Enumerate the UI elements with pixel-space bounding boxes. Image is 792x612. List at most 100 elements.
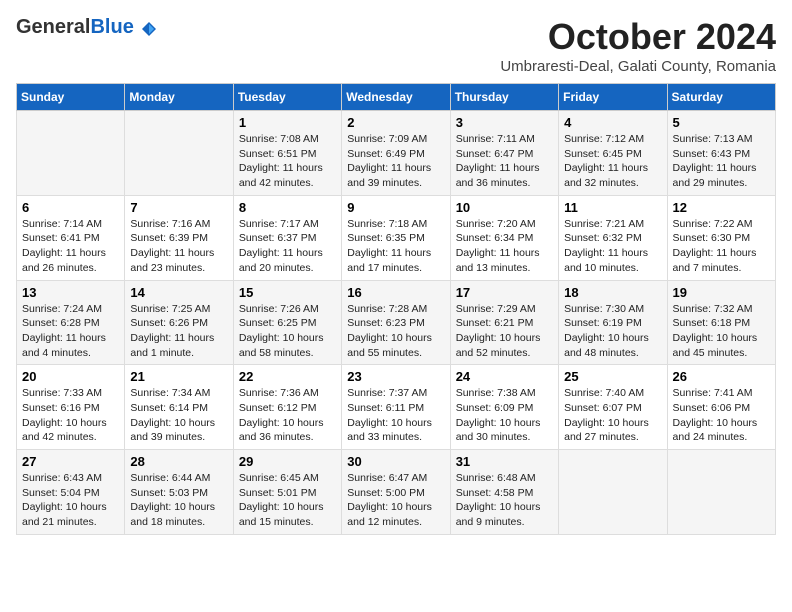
header-monday: Monday <box>125 84 233 111</box>
day-info: Sunrise: 7:18 AMSunset: 6:35 PMDaylight:… <box>347 217 444 276</box>
calendar-cell: 1 Sunrise: 7:08 AMSunset: 6:51 PMDaylight… <box>233 111 341 196</box>
day-number: 6 <box>22 200 119 215</box>
calendar-cell: 29Sunrise: 6:45 AMSunset: 5:01 PMDayligh… <box>233 450 341 535</box>
calendar-cell: 8 Sunrise: 7:17 AMSunset: 6:37 PMDaylight… <box>233 195 341 280</box>
day-info: Sunrise: 7:28 AMSunset: 6:23 PMDaylight:… <box>347 302 444 361</box>
header-wednesday: Wednesday <box>342 84 450 111</box>
calendar-cell: 10Sunrise: 7:20 AMSunset: 6:34 PMDayligh… <box>450 195 558 280</box>
logo: GeneralBlue <box>16 16 158 39</box>
day-info: Sunrise: 7:37 AMSunset: 6:11 PMDaylight:… <box>347 386 444 445</box>
title-area: October 2024 Umbraresti-Deal, Galati Cou… <box>500 16 776 75</box>
day-number: 23 <box>347 369 444 384</box>
day-number: 21 <box>130 369 227 384</box>
calendar-cell: 16 Sunrise: 7:28 AMSunset: 6:23 PMDayligh… <box>342 280 450 365</box>
calendar-cell: 21 Sunrise: 7:34 AMSunset: 6:14 PMDayligh… <box>125 365 233 450</box>
calendar-week-row: 13 Sunrise: 7:24 AMSunset: 6:28 PMDayligh… <box>17 280 776 365</box>
day-info: Sunrise: 7:32 AMSunset: 6:18 PMDaylight:… <box>673 302 770 361</box>
day-number: 27 <box>22 454 119 469</box>
calendar-cell: 2 Sunrise: 7:09 AMSunset: 6:49 PMDaylight… <box>342 111 450 196</box>
day-info: Sunrise: 7:34 AMSunset: 6:14 PMDaylight:… <box>130 386 227 445</box>
day-number: 3 <box>456 115 553 130</box>
calendar-cell: 4Sunrise: 7:12 AMSunset: 6:45 PMDaylight… <box>559 111 667 196</box>
day-number: 17 <box>456 285 553 300</box>
day-info: Sunrise: 6:43 AMSunset: 5:04 PMDaylight:… <box>22 471 119 530</box>
day-number: 5 <box>673 115 770 130</box>
calendar-cell: 27 Sunrise: 6:43 AMSunset: 5:04 PMDayligh… <box>17 450 125 535</box>
day-info: Sunrise: 6:47 AMSunset: 5:00 PMDaylight:… <box>347 471 444 530</box>
calendar-cell: 30 Sunrise: 6:47 AMSunset: 5:00 PMDayligh… <box>342 450 450 535</box>
day-number: 13 <box>22 285 119 300</box>
day-number: 2 <box>347 115 444 130</box>
day-number: 20 <box>22 369 119 384</box>
calendar-cell: 15 Sunrise: 7:26 AMSunset: 6:25 PMDayligh… <box>233 280 341 365</box>
day-number: 18 <box>564 285 661 300</box>
header-sunday: Sunday <box>17 84 125 111</box>
day-info: Sunrise: 7:29 AMSunset: 6:21 PMDaylight:… <box>456 302 553 361</box>
month-title: October 2024 <box>500 16 776 58</box>
day-number: 1 <box>239 115 336 130</box>
day-info: Sunrise: 7:21 AMSunset: 6:32 PMDaylight:… <box>564 217 661 276</box>
calendar-week-row: 6 Sunrise: 7:14 AMSunset: 6:41 PMDaylight… <box>17 195 776 280</box>
day-number: 12 <box>673 200 770 215</box>
calendar-cell: 26 Sunrise: 7:41 AMSunset: 6:06 PMDayligh… <box>667 365 775 450</box>
day-number: 31 <box>456 454 553 469</box>
day-info: Sunrise: 6:44 AMSunset: 5:03 PMDaylight:… <box>130 471 227 530</box>
day-number: 19 <box>673 285 770 300</box>
calendar-cell: 5 Sunrise: 7:13 AMSunset: 6:43 PMDaylight… <box>667 111 775 196</box>
day-number: 26 <box>673 369 770 384</box>
day-number: 4 <box>564 115 661 130</box>
calendar-cell: 18Sunrise: 7:30 AMSunset: 6:19 PMDayligh… <box>559 280 667 365</box>
day-number: 25 <box>564 369 661 384</box>
calendar-cell: 17 Sunrise: 7:29 AMSunset: 6:21 PMDayligh… <box>450 280 558 365</box>
day-info: Sunrise: 7:16 AMSunset: 6:39 PMDaylight:… <box>130 217 227 276</box>
calendar-cell: 6 Sunrise: 7:14 AMSunset: 6:41 PMDaylight… <box>17 195 125 280</box>
day-info: Sunrise: 7:26 AMSunset: 6:25 PMDaylight:… <box>239 302 336 361</box>
calendar-cell: 25 Sunrise: 7:40 AMSunset: 6:07 PMDayligh… <box>559 365 667 450</box>
day-number: 11 <box>564 200 661 215</box>
day-info: Sunrise: 7:40 AMSunset: 6:07 PMDaylight:… <box>564 386 661 445</box>
calendar-cell: 22Sunrise: 7:36 AMSunset: 6:12 PMDayligh… <box>233 365 341 450</box>
day-info: Sunrise: 7:17 AMSunset: 6:37 PMDaylight:… <box>239 217 336 276</box>
day-number: 7 <box>130 200 227 215</box>
calendar-cell: 28 Sunrise: 6:44 AMSunset: 5:03 PMDayligh… <box>125 450 233 535</box>
calendar-week-row: 20 Sunrise: 7:33 AMSunset: 6:16 PMDayligh… <box>17 365 776 450</box>
day-info: Sunrise: 7:08 AMSunset: 6:51 PMDaylight:… <box>239 132 336 191</box>
calendar-cell: 13 Sunrise: 7:24 AMSunset: 6:28 PMDayligh… <box>17 280 125 365</box>
day-number: 30 <box>347 454 444 469</box>
weekday-header-row: Sunday Monday Tuesday Wednesday Thursday… <box>17 84 776 111</box>
day-number: 15 <box>239 285 336 300</box>
day-info: Sunrise: 7:25 AMSunset: 6:26 PMDaylight:… <box>130 302 227 361</box>
header-friday: Friday <box>559 84 667 111</box>
calendar-cell <box>17 111 125 196</box>
day-info: Sunrise: 7:22 AMSunset: 6:30 PMDaylight:… <box>673 217 770 276</box>
calendar-week-row: 1 Sunrise: 7:08 AMSunset: 6:51 PMDaylight… <box>17 111 776 196</box>
day-info: Sunrise: 6:45 AMSunset: 5:01 PMDaylight:… <box>239 471 336 530</box>
calendar-cell: 3 Sunrise: 7:11 AMSunset: 6:47 PMDaylight… <box>450 111 558 196</box>
calendar-cell: 23 Sunrise: 7:37 AMSunset: 6:11 PMDayligh… <box>342 365 450 450</box>
day-info: Sunrise: 7:09 AMSunset: 6:49 PMDaylight:… <box>347 132 444 191</box>
calendar-week-row: 27 Sunrise: 6:43 AMSunset: 5:04 PMDayligh… <box>17 450 776 535</box>
day-number: 16 <box>347 285 444 300</box>
header: GeneralBlue October 2024 Umbraresti-Deal… <box>16 16 776 75</box>
day-number: 24 <box>456 369 553 384</box>
logo-icon <box>140 20 158 38</box>
day-info: Sunrise: 7:14 AMSunset: 6:41 PMDaylight:… <box>22 217 119 276</box>
calendar-cell <box>125 111 233 196</box>
location-title: Umbraresti-Deal, Galati County, Romania <box>500 58 776 75</box>
day-number: 8 <box>239 200 336 215</box>
calendar-cell <box>559 450 667 535</box>
logo-general: General <box>16 16 90 38</box>
day-number: 10 <box>456 200 553 215</box>
day-info: Sunrise: 7:11 AMSunset: 6:47 PMDaylight:… <box>456 132 553 191</box>
day-info: Sunrise: 7:24 AMSunset: 6:28 PMDaylight:… <box>22 302 119 361</box>
calendar-cell: 19 Sunrise: 7:32 AMSunset: 6:18 PMDayligh… <box>667 280 775 365</box>
day-info: Sunrise: 7:41 AMSunset: 6:06 PMDaylight:… <box>673 386 770 445</box>
day-number: 28 <box>130 454 227 469</box>
calendar-cell: 9Sunrise: 7:18 AMSunset: 6:35 PMDaylight… <box>342 195 450 280</box>
day-number: 14 <box>130 285 227 300</box>
calendar-cell: 7 Sunrise: 7:16 AMSunset: 6:39 PMDaylight… <box>125 195 233 280</box>
calendar-cell: 24Sunrise: 7:38 AMSunset: 6:09 PMDayligh… <box>450 365 558 450</box>
calendar-cell: 20 Sunrise: 7:33 AMSunset: 6:16 PMDayligh… <box>17 365 125 450</box>
day-info: Sunrise: 7:13 AMSunset: 6:43 PMDaylight:… <box>673 132 770 191</box>
day-info: Sunrise: 7:33 AMSunset: 6:16 PMDaylight:… <box>22 386 119 445</box>
